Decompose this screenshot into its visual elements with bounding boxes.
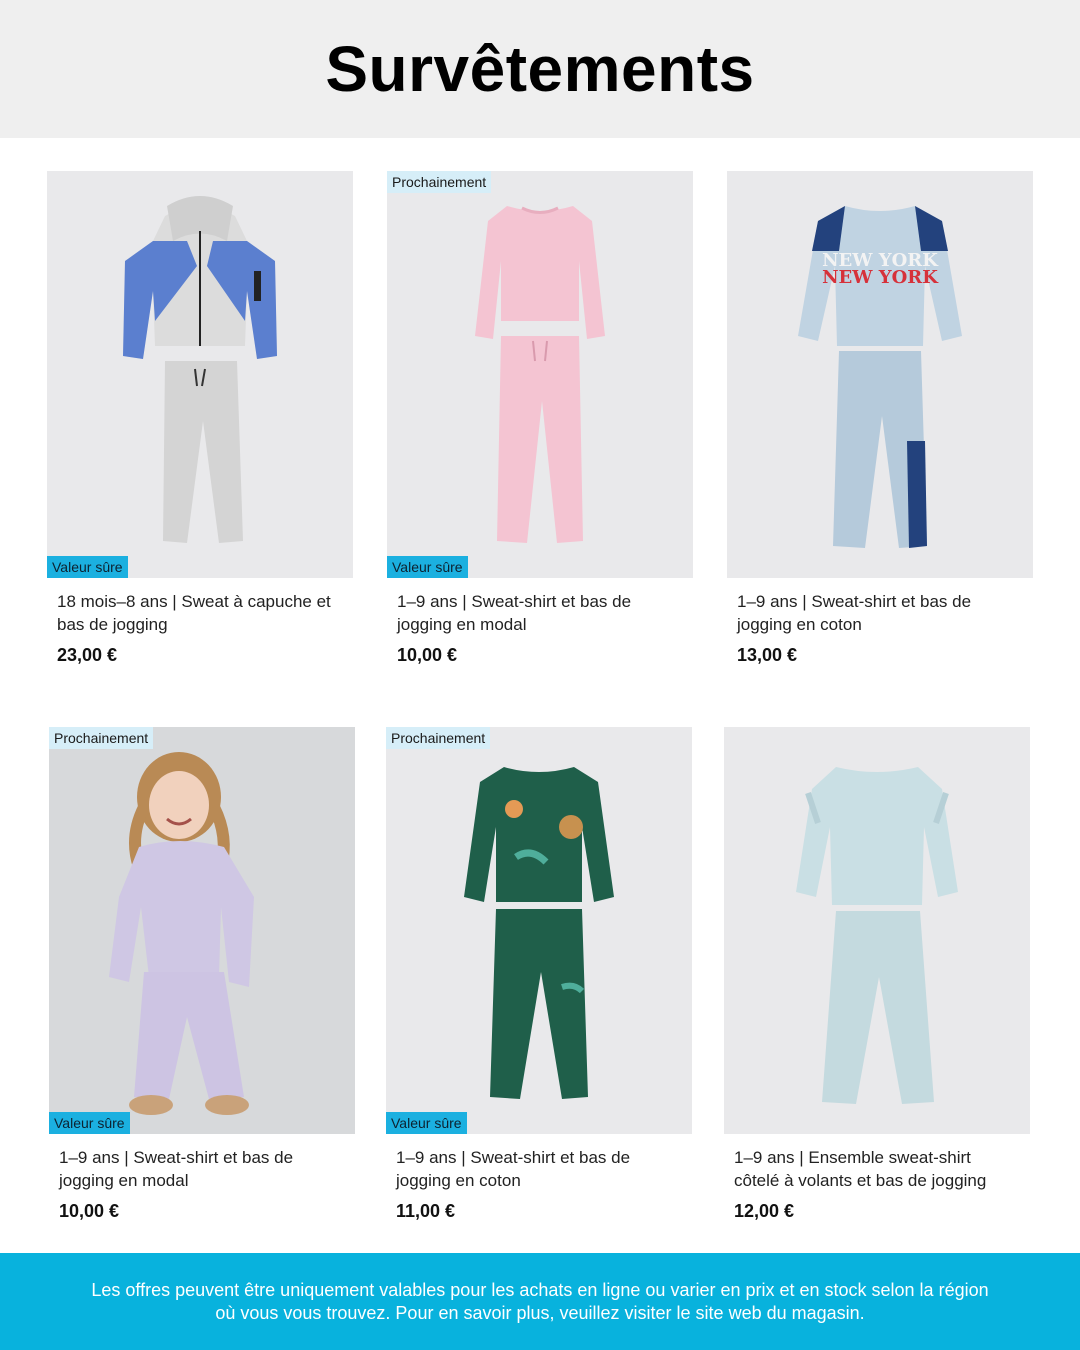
product-price: 10,00 € — [59, 1201, 120, 1221]
girl-lilac-tracksuit-photo[interactable]: Prochainement Valeur sûre — [49, 727, 355, 1134]
hoodie-jogger-set-image[interactable]: Valeur sûre — [47, 171, 353, 578]
product-price: 23,00 € — [57, 645, 118, 665]
product-price: 10,00 € — [397, 645, 458, 665]
ruffle-sweatshirt-set-image[interactable] — [724, 727, 1030, 1134]
product-title[interactable]: 1–9 ans | Sweat-shirt et bas de jogging … — [386, 1146, 682, 1192]
coming-soon-badge: Prochainement — [49, 727, 154, 749]
product-card[interactable]: 1–9 ans | Ensemble sweat-shirt côtelé à … — [724, 727, 1030, 1222]
product-title[interactable]: 1–9 ans | Sweat-shirt et bas de jogging … — [49, 1146, 345, 1192]
product-card[interactable]: Valeur sûre 18 mois–8 ans | Sweat à capu… — [47, 171, 353, 666]
disclaimer-text: Les offres peuvent être uniquement valab… — [91, 1279, 989, 1323]
product-price: 11,00 € — [396, 1201, 456, 1221]
product-card[interactable]: Prochainement Valeur sûre 1–9 ans | Swea… — [387, 171, 693, 666]
product-price: 13,00 € — [737, 645, 798, 665]
page-header: Survêtements — [0, 0, 1080, 138]
coming-soon-badge: Prochainement — [386, 727, 491, 749]
product-card[interactable]: NEW YORK NEW YORK 1–9 ans | Sweat-shirt … — [727, 171, 1033, 666]
new-york-sweatshirt-set-image[interactable]: NEW YORK NEW YORK — [727, 171, 1033, 578]
product-price: 12,00 € — [734, 1201, 795, 1221]
product-title[interactable]: 1–9 ans | Ensemble sweat-shirt côtelé à … — [724, 1146, 1020, 1192]
page-title: Survêtements — [325, 33, 755, 105]
print-text-bottom: NEW YORK — [822, 267, 939, 288]
disclaimer-footer: Les offres peuvent être uniquement valab… — [0, 1253, 1080, 1350]
product-title[interactable]: 18 mois–8 ans | Sweat à capuche et bas d… — [47, 590, 343, 636]
value-badge: Valeur sûre — [387, 556, 468, 578]
value-badge: Valeur sûre — [47, 556, 128, 578]
product-card[interactable]: Prochainement Valeur sûre 1–9 ans | Swea… — [386, 727, 692, 1222]
product-title[interactable]: 1–9 ans | Sweat-shirt et bas de jogging … — [727, 590, 1023, 636]
value-badge: Valeur sûre — [49, 1112, 130, 1134]
pink-sweatshirt-set-image[interactable]: Prochainement Valeur sûre — [387, 171, 693, 578]
product-card[interactable]: Prochainement Valeur sûre 1–9 ans | Swea… — [49, 727, 355, 1222]
coming-soon-badge: Prochainement — [387, 171, 492, 193]
green-patch-sweatshirt-set-image[interactable]: Prochainement Valeur sûre — [386, 727, 692, 1134]
value-badge: Valeur sûre — [386, 1112, 467, 1134]
product-title[interactable]: 1–9 ans | Sweat-shirt et bas de jogging … — [387, 590, 683, 636]
